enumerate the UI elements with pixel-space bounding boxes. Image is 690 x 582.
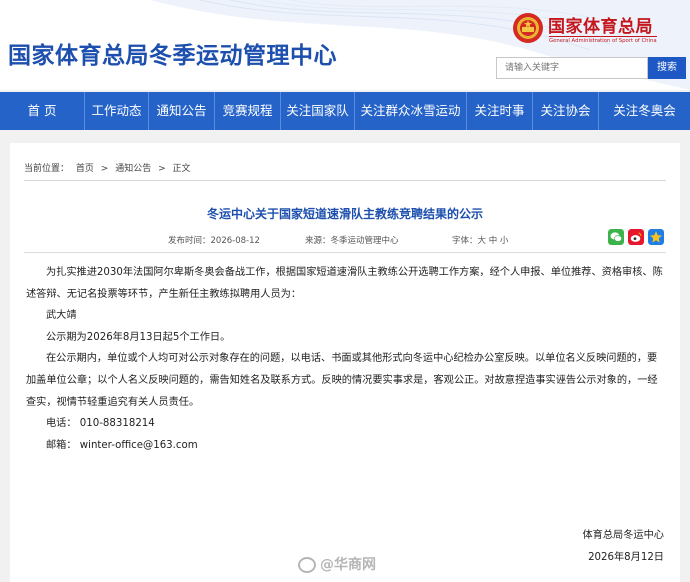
nav-item-associations[interactable]: 关注协会 bbox=[532, 92, 598, 130]
nav-item-public-ice-snow[interactable]: 关注群众冰雪运动 bbox=[354, 92, 466, 130]
nav-item-winter-olympics[interactable]: 关注冬奥会 bbox=[598, 92, 690, 130]
breadcrumb-home-link[interactable]: 首页 bbox=[76, 164, 94, 174]
weibo-icon[interactable] bbox=[628, 229, 644, 245]
weibo-watermark-icon bbox=[298, 557, 316, 573]
signature-organization: 体育总局冬运中心 bbox=[582, 530, 665, 541]
nav-item-competition-rules[interactable]: 竞赛规程 bbox=[214, 92, 280, 130]
contact-phone: 电话： 010-88318214 bbox=[46, 418, 155, 430]
article-panel: 当前位置： 首页 > 通知公告 > 正文 冬运中心关于国家短道速滑队主教练竞聘结… bbox=[10, 143, 680, 582]
breadcrumb-label: 当前位置： bbox=[24, 164, 70, 174]
publish-time: 发布时间：2026-08-12 bbox=[168, 236, 260, 246]
signature-date: 2026年8月12日 bbox=[588, 552, 664, 563]
main-nav: 首 页 工作动态 通知公告 竞赛规程 关注国家队 关注群众冰雪运动 关注时事 关… bbox=[0, 92, 690, 130]
national-emblem-icon bbox=[513, 13, 543, 43]
nav-item-home[interactable]: 首 页 bbox=[0, 92, 84, 130]
logo-english-text: General Administration of Sport of China bbox=[549, 36, 657, 44]
qzone-icon[interactable] bbox=[648, 229, 664, 245]
watermark-text: @华商网 bbox=[320, 557, 376, 573]
site-title[interactable]: 国家体育总局冬季运动管理中心 bbox=[8, 36, 337, 70]
logo-chinese-text: 国家体育总局 bbox=[548, 17, 653, 37]
search-button[interactable]: 搜索 bbox=[648, 57, 686, 79]
sport-administration-logo[interactable]: 国家体育总局 General Administration of Sport o… bbox=[512, 10, 684, 48]
nav-item-work-news[interactable]: 工作动态 bbox=[84, 92, 148, 130]
article-paragraph: 公示期为2026年8月13日起5个工作日。 bbox=[46, 331, 231, 343]
appointee-name: 武大靖 bbox=[46, 310, 77, 322]
breadcrumb-notices-link[interactable]: 通知公告 bbox=[115, 164, 151, 174]
breadcrumb-separator: > bbox=[100, 164, 109, 174]
article-paragraph: 为扎实推进2030年法国阿尔卑斯冬奥会备战工作，根据国家短道速滑队主教练公开选聘… bbox=[26, 267, 663, 300]
nav-item-current-affairs[interactable]: 关注时事 bbox=[466, 92, 532, 130]
breadcrumb-current: 正文 bbox=[172, 164, 191, 174]
contact-email: 邮箱： winter-office@163.com bbox=[46, 439, 198, 451]
site-header: 国家体育总局冬季运动管理中心 国家体育总局 General Administra… bbox=[0, 0, 690, 90]
font-size-selector[interactable]: 字体：大 中 小 bbox=[452, 234, 508, 246]
divider bbox=[24, 252, 666, 253]
article-body: 为扎实推进2030年法国阿尔卑斯冬奥会备战工作，根据国家短道速滑队主教练公开选聘… bbox=[26, 262, 666, 456]
watermark: @华商网 bbox=[298, 554, 376, 574]
nav-item-notices[interactable]: 通知公告 bbox=[148, 92, 214, 130]
article-title: 冬运中心关于国家短道速滑队主教练竞聘结果的公示 bbox=[206, 207, 483, 221]
wechat-icon[interactable] bbox=[608, 229, 624, 245]
divider bbox=[24, 180, 666, 181]
nav-item-national-team[interactable]: 关注国家队 bbox=[280, 92, 354, 130]
search-input[interactable] bbox=[496, 57, 648, 79]
article-source: 来源：冬季运动管理中心 bbox=[305, 236, 399, 246]
article-paragraph: 在公示期内，单位或个人均可对公示对象存在的问题，以电话、书面或其他形式向冬运中心… bbox=[26, 353, 658, 408]
breadcrumb: 当前位置： 首页 > 通知公告 > 正文 bbox=[24, 161, 195, 174]
breadcrumb-separator: > bbox=[158, 164, 166, 174]
